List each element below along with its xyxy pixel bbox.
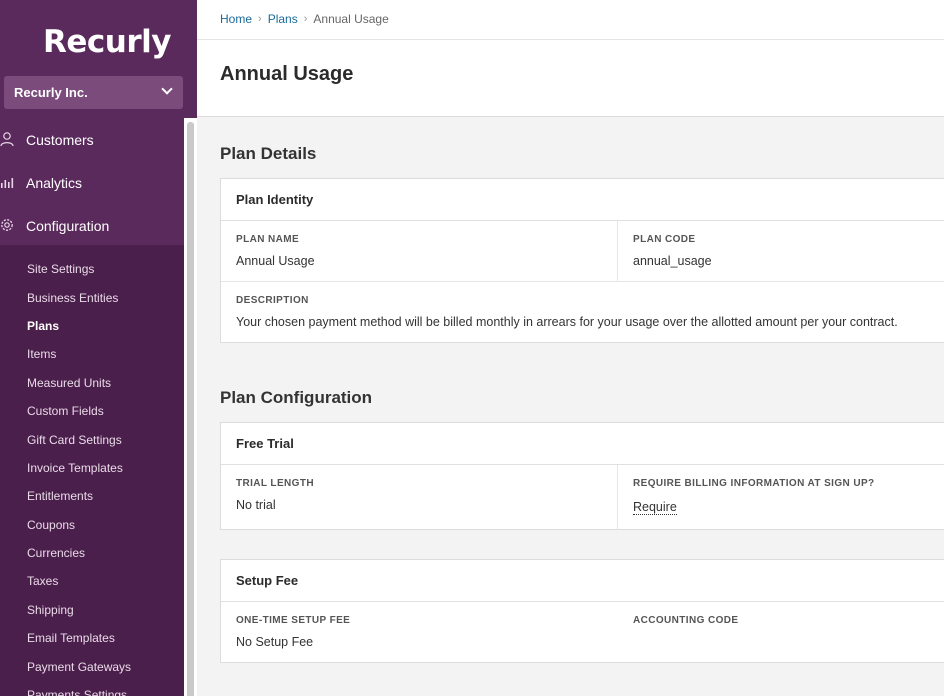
sidebar-header: Recurly Recurly Inc. (0, 0, 197, 118)
plan-name-cell: PLAN NAME Annual Usage (221, 221, 618, 281)
person-icon (0, 132, 14, 147)
setup-fee-value: No Setup Fee (236, 635, 314, 649)
sidebar-item-currencies[interactable]: Currencies (0, 539, 184, 567)
recurly-logo[interactable]: Recurly (43, 24, 171, 60)
page-header: Home › Plans › Annual Usage Annual Usage (197, 0, 944, 117)
description-cell: DESCRIPTION Your chosen payment method w… (221, 282, 944, 342)
sidebar-item-custom-fields[interactable]: Custom Fields (0, 397, 184, 425)
bar-chart-icon (1, 178, 14, 188)
page-title: Annual Usage (220, 63, 354, 85)
field-label: REQUIRE BILLING INFORMATION AT SIGN UP? (633, 478, 875, 489)
account-selector[interactable]: Recurly Inc. (4, 76, 183, 109)
field-label: ACCOUNTING CODE (633, 615, 739, 626)
field-label: TRIAL LENGTH (236, 478, 314, 489)
breadcrumb-separator: › (258, 13, 262, 25)
breadcrumb-home[interactable]: Home (220, 12, 252, 26)
account-name: Recurly Inc. (14, 85, 88, 100)
nav-item-label: Analytics (26, 174, 83, 191)
setup-fee-cell: ONE-TIME SETUP FEE No Setup Fee (221, 602, 618, 662)
card-row: PLAN NAME Annual Usage PLAN CODE annual_… (221, 221, 944, 282)
field-label: PLAN CODE (633, 234, 696, 245)
field-label: DESCRIPTION (236, 295, 309, 306)
sidebar-item-taxes[interactable]: Taxes (0, 567, 184, 595)
card-row: ONE-TIME SETUP FEE No Setup Fee ACCOUNTI… (221, 602, 944, 662)
field-label: ONE-TIME SETUP FEE (236, 615, 351, 626)
require-billing-cell: REQUIRE BILLING INFORMATION AT SIGN UP? … (618, 465, 944, 529)
nav-item-analytics[interactable]: Analytics (0, 161, 184, 204)
trial-length-cell: TRIAL LENGTH No trial (221, 465, 618, 529)
main-nav: Customers Analytics Configuration (0, 118, 184, 247)
accounting-code-cell: ACCOUNTING CODE (618, 602, 944, 662)
sidebar-item-plans[interactable]: Plans (0, 312, 184, 340)
field-label: PLAN NAME (236, 234, 300, 245)
trial-length-value: No trial (236, 498, 276, 512)
plan-code-cell: PLAN CODE annual_usage (618, 221, 944, 281)
scrollbar-thumb[interactable] (187, 122, 194, 696)
plan-identity-card: Plan Identity PLAN NAME Annual Usage PLA… (220, 178, 944, 343)
sidebar-item-site-settings[interactable]: Site Settings (0, 255, 184, 283)
free-trial-card: Free Trial TRIAL LENGTH No trial REQUIRE… (220, 422, 944, 530)
nav-item-label: Configuration (26, 217, 110, 234)
nav-item-configuration[interactable]: Configuration (0, 204, 184, 247)
card-header: Setup Fee (221, 560, 944, 602)
sidebar: Recurly Recurly Inc. Customers Analytics… (0, 0, 197, 696)
sidebar-item-measured-units[interactable]: Measured Units (0, 369, 184, 397)
section-title-plan-configuration: Plan Configuration (220, 388, 373, 407)
sidebar-item-gift-card-settings[interactable]: Gift Card Settings (0, 425, 184, 453)
require-billing-value[interactable]: Require (633, 500, 677, 515)
card-header: Plan Identity (221, 179, 944, 221)
setup-fee-card: Setup Fee ONE-TIME SETUP FEE No Setup Fe… (220, 559, 944, 663)
configuration-subnav: Site Settings Business Entities Plans Items… (0, 245, 184, 696)
card-row: TRIAL LENGTH No trial REQUIRE BILLING IN… (221, 465, 944, 529)
sidebar-item-payment-gateways[interactable]: Payment Gateways (0, 652, 184, 680)
sidebar-item-coupons[interactable]: Coupons (0, 511, 184, 539)
nav-item-customers[interactable]: Customers (0, 118, 184, 161)
sidebar-item-items[interactable]: Items (0, 340, 184, 368)
sidebar-item-invoice-templates[interactable]: Invoice Templates (0, 454, 184, 482)
breadcrumb: Home › Plans › Annual Usage (220, 12, 389, 26)
description-value: Your chosen payment method will be bille… (236, 315, 898, 329)
nav-item-label: Customers (26, 131, 94, 148)
sidebar-item-business-entities[interactable]: Business Entities (0, 283, 184, 311)
gear-icon (1, 219, 13, 231)
plan-code-value: annual_usage (633, 254, 712, 268)
sidebar-item-entitlements[interactable]: Entitlements (0, 482, 184, 510)
plan-name-value: Annual Usage (236, 254, 315, 268)
sidebar-item-email-templates[interactable]: Email Templates (0, 624, 184, 652)
sidebar-item-payments-settings[interactable]: Payments Settings (0, 681, 184, 696)
sidebar-item-shipping[interactable]: Shipping (0, 596, 184, 624)
breadcrumb-current: Annual Usage (313, 12, 389, 26)
main-content: Home › Plans › Annual Usage Annual Usage… (197, 0, 944, 696)
breadcrumb-plans[interactable]: Plans (268, 12, 298, 26)
card-row: DESCRIPTION Your chosen payment method w… (221, 282, 944, 342)
section-title-plan-details: Plan Details (220, 144, 317, 163)
breadcrumb-separator: › (303, 13, 308, 25)
divider (197, 39, 944, 40)
chevron-down-icon (161, 83, 173, 95)
sidebar-scrollbar[interactable] (184, 118, 197, 696)
card-header: Free Trial (221, 423, 944, 465)
